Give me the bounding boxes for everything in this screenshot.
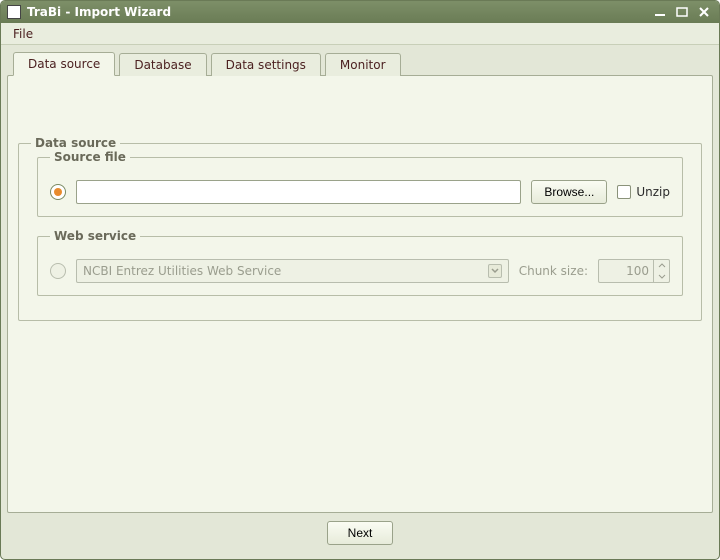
source-file-input[interactable] xyxy=(76,180,521,204)
maximize-button[interactable] xyxy=(673,5,691,19)
tabpanel-data-source: Data source Source file Browse... Unzip xyxy=(7,75,713,513)
spinner-down-icon xyxy=(654,271,669,282)
footer: Next xyxy=(7,513,713,553)
next-button[interactable]: Next xyxy=(327,521,393,545)
chunk-size-value: 100 xyxy=(599,264,653,278)
client-area: Data source Database Data settings Monit… xyxy=(1,45,719,559)
unzip-checkbox[interactable] xyxy=(617,185,631,199)
web-service-combo-value: NCBI Entrez Utilities Web Service xyxy=(83,264,281,278)
chunk-size-spinner: 100 xyxy=(598,259,670,283)
tabstrip: Data source Database Data settings Monit… xyxy=(13,51,713,75)
import-wizard-window: TraBi - Import Wizard File Data source D… xyxy=(0,0,720,560)
tab-monitor[interactable]: Monitor xyxy=(325,53,401,76)
chunk-size-label: Chunk size: xyxy=(519,264,588,278)
minimize-button[interactable] xyxy=(651,5,669,19)
web-service-combo: NCBI Entrez Utilities Web Service xyxy=(76,259,509,283)
menu-file[interactable]: File xyxy=(7,25,39,43)
unzip-checkbox-wrap[interactable]: Unzip xyxy=(617,185,670,199)
app-icon xyxy=(7,5,21,19)
spinner-up-icon xyxy=(654,260,669,271)
legend-web-service: Web service xyxy=(50,229,140,243)
radio-web-service[interactable] xyxy=(50,263,66,279)
close-button[interactable] xyxy=(695,5,713,19)
fieldset-web-service: Web service NCBI Entrez Utilities Web Se… xyxy=(37,229,683,296)
window-title: TraBi - Import Wizard xyxy=(27,5,171,19)
tab-data-settings[interactable]: Data settings xyxy=(211,53,321,76)
unzip-label: Unzip xyxy=(636,185,670,199)
browse-button[interactable]: Browse... xyxy=(531,180,607,204)
spinner-controls xyxy=(653,260,669,282)
menubar: File xyxy=(1,23,719,45)
titlebar: TraBi - Import Wizard xyxy=(1,1,719,23)
chevron-down-icon xyxy=(488,264,502,278)
tab-data-source[interactable]: Data source xyxy=(13,52,115,76)
legend-source-file: Source file xyxy=(50,150,130,164)
radio-source-file[interactable] xyxy=(50,184,66,200)
tab-database[interactable]: Database xyxy=(119,53,206,76)
legend-data-source: Data source xyxy=(31,136,120,150)
fieldset-data-source: Data source Source file Browse... Unzip xyxy=(18,136,702,321)
fieldset-source-file: Source file Browse... Unzip xyxy=(37,150,683,217)
